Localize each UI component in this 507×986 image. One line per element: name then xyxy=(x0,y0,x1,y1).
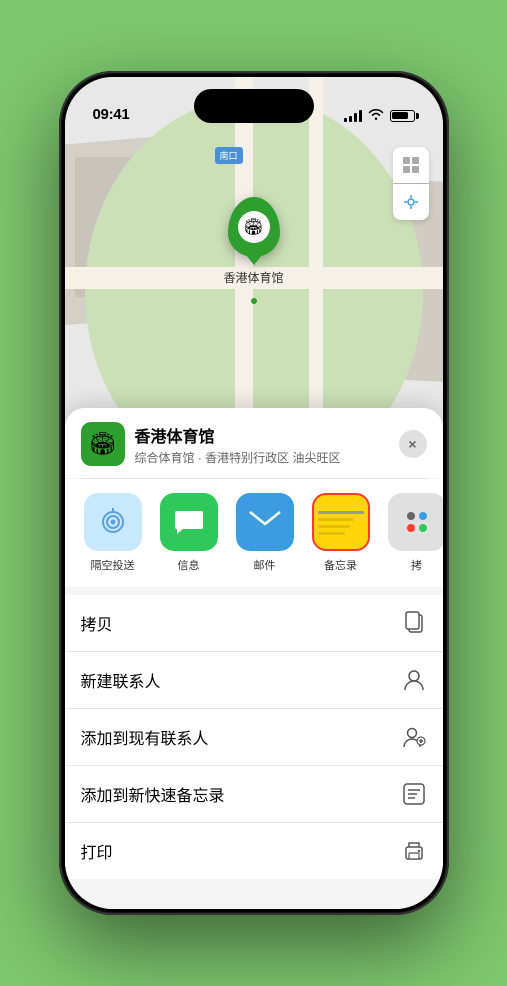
signal-icon xyxy=(344,110,362,122)
map-pin-label: 香港体育馆 xyxy=(223,269,283,286)
more-label: 拷 xyxy=(411,557,422,573)
messages-icon xyxy=(160,493,218,551)
messages-label: 信息 xyxy=(178,557,200,573)
action-copy[interactable]: 拷贝 xyxy=(65,595,443,652)
action-list: 拷贝 新建联系人 xyxy=(65,595,443,879)
bottom-sheet: 🏟 香港体育馆 综合体育馆 · 香港特别行政区 油尖旺区 × xyxy=(65,408,443,909)
action-add-existing-label: 添加到现有联系人 xyxy=(81,725,209,749)
status-icons xyxy=(344,108,415,123)
action-add-existing[interactable]: 添加到现有联系人 xyxy=(65,709,443,766)
notes-label: 备忘录 xyxy=(324,557,357,573)
quick-note-icon xyxy=(401,781,427,807)
phone-screen: 09:41 xyxy=(65,77,443,909)
map-pin: 🏟 香港体育馆 xyxy=(223,197,283,286)
place-info: 香港体育馆 综合体育馆 · 香港特别行政区 油尖旺区 xyxy=(135,423,399,466)
wifi-icon xyxy=(368,108,384,123)
mail-icon xyxy=(236,493,294,551)
action-copy-label: 拷贝 xyxy=(81,611,113,635)
dynamic-island xyxy=(194,89,314,123)
mail-label: 邮件 xyxy=(254,557,276,573)
share-item-airdrop[interactable]: 隔空投送 xyxy=(81,493,145,573)
airdrop-label: 隔空投送 xyxy=(91,557,135,573)
close-button[interactable]: × xyxy=(399,430,427,458)
add-contact-icon xyxy=(401,724,427,750)
airdrop-icon xyxy=(84,493,142,551)
map-controls xyxy=(393,147,429,220)
action-new-contact-label: 新建联系人 xyxy=(81,668,161,692)
map-pin-inner-icon: 🏟 xyxy=(237,211,269,243)
place-name: 香港体育馆 xyxy=(135,423,399,447)
share-item-mail[interactable]: 邮件 xyxy=(233,493,297,573)
status-time: 09:41 xyxy=(93,106,130,123)
more-icon xyxy=(388,493,443,551)
action-print-label: 打印 xyxy=(81,839,113,863)
new-contact-icon xyxy=(401,667,427,693)
place-sub: 综合体育馆 · 香港特别行政区 油尖旺区 xyxy=(135,449,399,466)
phone-frame: 09:41 xyxy=(59,71,449,915)
notes-icon xyxy=(312,493,370,551)
share-row: 隔空投送 信息 xyxy=(65,479,443,587)
place-header: 🏟 香港体育馆 综合体育馆 · 香港特别行政区 油尖旺区 × xyxy=(65,408,443,478)
map-label: 南口 xyxy=(215,147,243,164)
location-button[interactable] xyxy=(393,184,429,220)
action-print[interactable]: 打印 xyxy=(65,823,443,879)
map-type-button[interactable] xyxy=(393,147,429,183)
share-item-messages[interactable]: 信息 xyxy=(157,493,221,573)
print-icon xyxy=(401,838,427,864)
place-icon: 🏟 xyxy=(81,422,125,466)
share-item-more[interactable]: 拷 xyxy=(385,493,443,573)
share-item-notes[interactable]: 备忘录 xyxy=(309,493,373,573)
action-new-contact[interactable]: 新建联系人 xyxy=(65,652,443,709)
action-quick-note[interactable]: 添加到新快速备忘录 xyxy=(65,766,443,823)
battery-icon xyxy=(390,110,415,122)
action-quick-note-label: 添加到新快速备忘录 xyxy=(81,782,225,806)
copy-icon xyxy=(401,610,427,636)
